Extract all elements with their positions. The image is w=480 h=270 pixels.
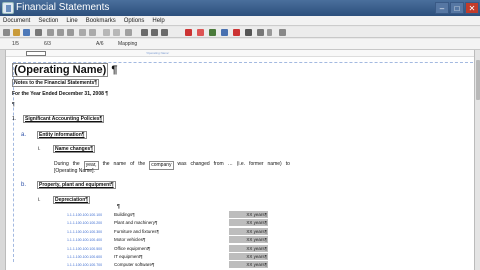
section-a-number: a.: [21, 132, 27, 138]
print-icon[interactable]: [35, 29, 42, 36]
asset-code: 1.1.1.100.100.100.400: [67, 238, 103, 242]
subsection-name-changes: Name changes¶: [53, 145, 96, 153]
notes-title: Notes to the Financial Statements¶: [12, 79, 100, 87]
asset-label: Computer software¶: [114, 262, 155, 267]
subsection-i-number: i.: [38, 146, 41, 152]
period-line: For the Year Ended December 31, 2008 ¶: [12, 91, 109, 97]
asset-code: 1.1.1.100.100.100.600: [67, 255, 103, 259]
section-b-number: b.: [21, 182, 27, 188]
close-button[interactable]: ✕: [465, 2, 479, 14]
delete-icon[interactable]: [233, 29, 240, 36]
asset-code: 1.1.1.100.100.100.500: [67, 247, 103, 251]
chevron-down-icon[interactable]: [267, 29, 272, 36]
title-bar: Financial Statements – □ ✕: [0, 0, 480, 16]
asset-label: Furniture and fixtures¶: [114, 229, 159, 234]
asset-years[interactable]: XX years¶: [229, 219, 268, 226]
cut-icon[interactable]: [47, 29, 54, 36]
header-text: 'Operating Name': [146, 51, 170, 55]
settings-icon[interactable]: [257, 29, 264, 36]
document-page[interactable]: 'Operating Name' (Operating Name) ¶ Note…: [6, 50, 474, 270]
app-icon: [2, 2, 14, 14]
search-icon[interactable]: [279, 29, 286, 36]
asset-years[interactable]: XX years¶: [229, 236, 268, 243]
undo-icon[interactable]: [79, 29, 86, 36]
columns-icon[interactable]: [161, 29, 168, 36]
empty-paragraph: ¶: [12, 102, 15, 108]
status-section: 6/3: [44, 41, 51, 47]
table-pilcrow: ¶: [117, 204, 120, 210]
asset-label: Motor vehicles¶: [114, 237, 146, 242]
asset-years[interactable]: XX years¶: [229, 245, 268, 252]
menu-help[interactable]: Help: [152, 16, 164, 25]
name-change-paragraph-line2: [Operating Name].: [54, 168, 95, 174]
status-page: 1/5: [12, 41, 19, 47]
check-icon[interactable]: [209, 29, 216, 36]
status-bar: 1/5 6/3 A/6 Mapping: [0, 39, 480, 50]
section-b-title: Property, plant and equipment¶: [37, 181, 116, 189]
status-mapping: Mapping: [118, 41, 138, 47]
copy-icon[interactable]: [57, 29, 64, 36]
format-icon[interactable]: [103, 29, 110, 36]
flag-red-icon[interactable]: [185, 29, 192, 36]
operating-name-field[interactable]: (Operating Name): [12, 63, 109, 77]
vertical-scrollbar[interactable]: [474, 50, 480, 270]
asset-label: Office equipment¶: [114, 246, 151, 251]
asset-years[interactable]: XX years¶: [229, 253, 268, 260]
menu-bar: Document Section Line Bookmarks Options …: [0, 16, 480, 26]
status-line: A/6: [96, 41, 104, 47]
asset-label: IT equipment¶: [114, 254, 143, 259]
asset-years[interactable]: XX years¶: [229, 228, 268, 235]
redo-icon[interactable]: [89, 29, 96, 36]
asset-years[interactable]: XX years¶: [229, 261, 268, 268]
asset-years[interactable]: XX years¶: [229, 211, 268, 218]
scrollbar-thumb[interactable]: [476, 60, 480, 100]
list-icon[interactable]: [125, 29, 132, 36]
pin-icon[interactable]: [197, 29, 204, 36]
window-title: Financial Statements: [16, 2, 110, 13]
open-folder-icon[interactable]: [13, 29, 20, 36]
asset-code: 1.1.1.100.100.100.700: [67, 263, 103, 267]
grid-icon[interactable]: [141, 29, 148, 36]
pilcrow: ¶: [111, 64, 118, 76]
table-icon[interactable]: [151, 29, 158, 36]
asset-label: Plant and machinery¶: [114, 220, 158, 225]
section-a-title: Entity information¶: [37, 131, 87, 139]
asset-code: 1.1.1.100.100.100.300: [67, 230, 103, 234]
subsection-i2-number: i.: [38, 197, 41, 203]
paste-icon[interactable]: [67, 29, 74, 36]
header-ruler: 'Operating Name': [6, 50, 474, 57]
menu-bookmarks[interactable]: Bookmarks: [86, 16, 116, 25]
asset-label: Buildings¶: [114, 212, 135, 217]
align-icon[interactable]: [113, 29, 120, 36]
operating-name-heading: (Operating Name) ¶: [12, 63, 118, 77]
menu-section[interactable]: Section: [38, 16, 58, 25]
subsection-depreciation: Depreciation¶: [53, 196, 91, 204]
navigate-icon[interactable]: [221, 29, 228, 36]
maximize-button[interactable]: □: [450, 2, 464, 14]
asset-code: 1.1.1.100.100.100.200: [67, 221, 103, 225]
section-1-title: Significant Accounting Policies¶: [23, 115, 105, 123]
toolbar: [0, 27, 480, 38]
asset-code: 1.1.1.100.100.100.100: [67, 213, 103, 217]
save-icon[interactable]: [23, 29, 30, 36]
menu-options[interactable]: Options: [124, 16, 145, 25]
minimize-button[interactable]: –: [435, 2, 449, 14]
new-document-icon[interactable]: [3, 29, 10, 36]
link-icon[interactable]: [245, 29, 252, 36]
section-1-number: 1.: [12, 116, 17, 122]
menu-line[interactable]: Line: [66, 16, 77, 25]
menu-document[interactable]: Document: [3, 16, 30, 25]
header-field[interactable]: [26, 51, 46, 56]
